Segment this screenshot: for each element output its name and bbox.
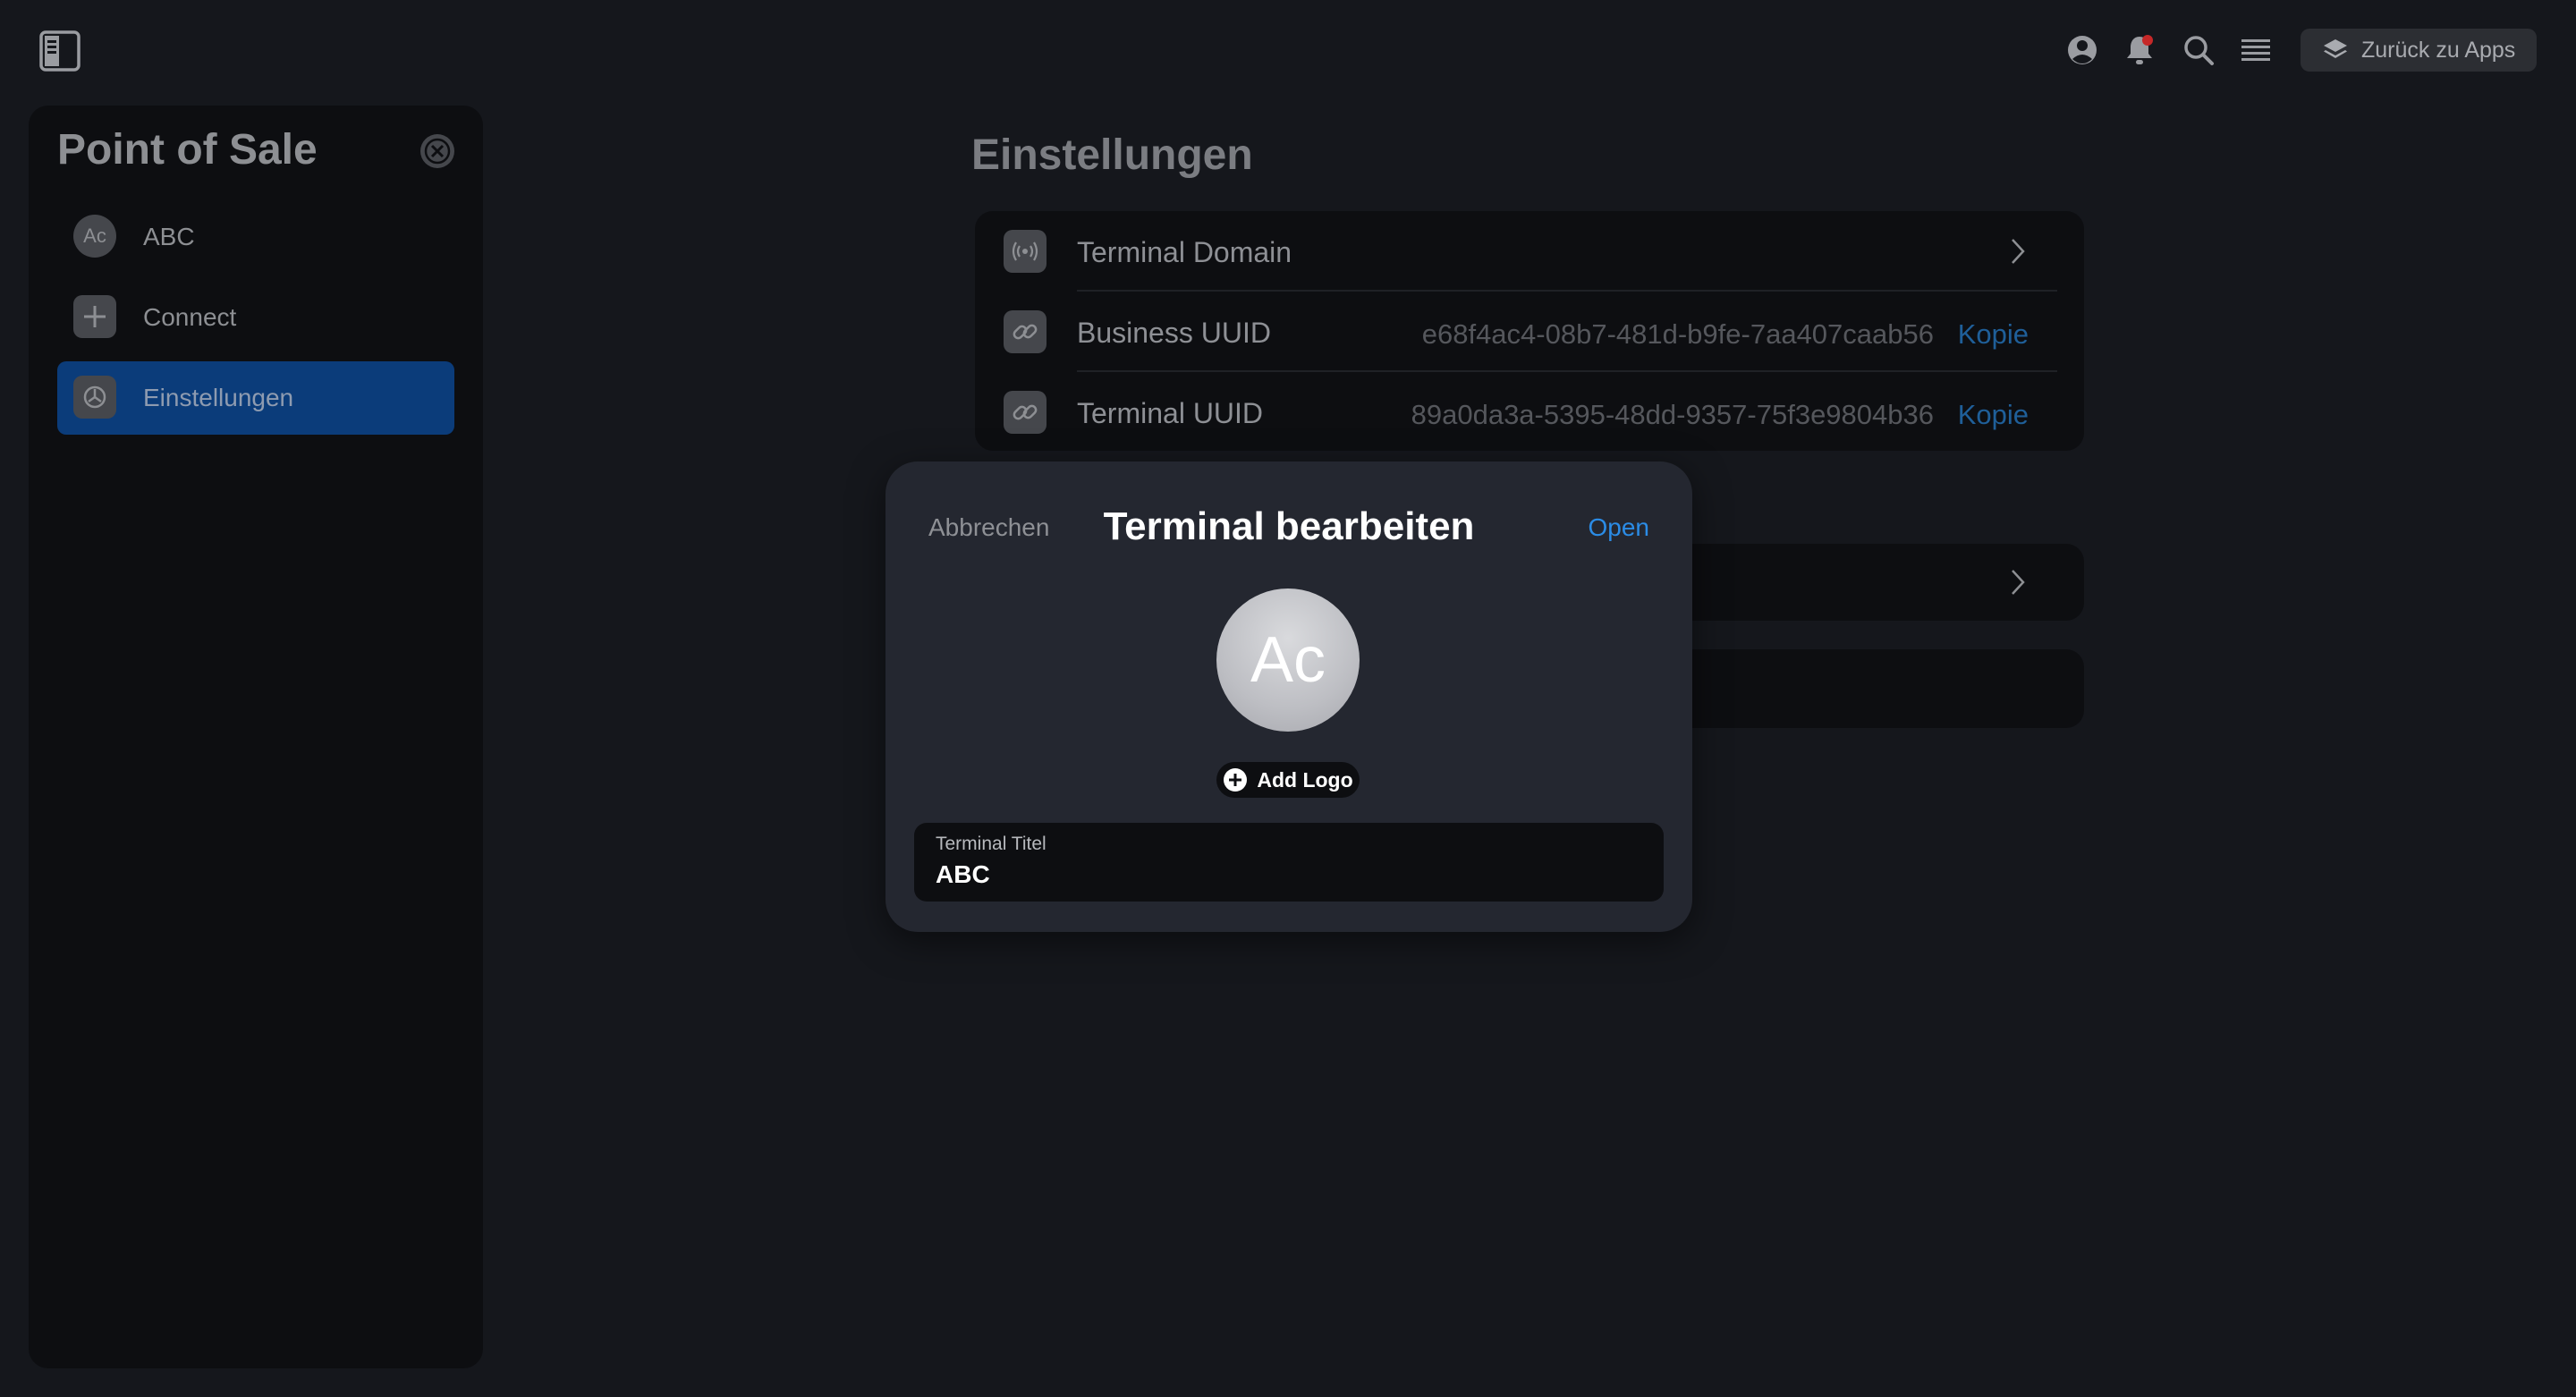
open-button[interactable]: Open bbox=[1589, 513, 1650, 542]
sidebar-item-connect[interactable]: Connect bbox=[57, 281, 454, 354]
modal-title: Terminal bearbeiten bbox=[1103, 504, 1475, 548]
edit-terminal-modal: Abbrechen Terminal bearbeiten Open Ac Ad… bbox=[886, 461, 1692, 932]
row-label: Business UUID bbox=[1077, 317, 1271, 349]
field-label: Terminal Titel bbox=[936, 834, 1046, 854]
sidebar: Point of Sale Ac ABC Connect Einstellung… bbox=[29, 106, 483, 1368]
add-logo-button[interactable]: Add Logo bbox=[1216, 762, 1360, 798]
add-logo-label: Add Logo bbox=[1257, 767, 1353, 792]
sidebar-item-label: ABC bbox=[143, 223, 195, 250]
chevron-right-icon bbox=[2012, 239, 2025, 264]
user-circle-icon[interactable] bbox=[2064, 32, 2100, 68]
plus-icon bbox=[73, 295, 116, 338]
row-label: Terminal UUID bbox=[1077, 397, 1264, 429]
notification-dot bbox=[2142, 35, 2153, 46]
row-label: Terminal Domain bbox=[1077, 236, 1292, 268]
settings-icon bbox=[73, 376, 116, 419]
sidebar-item-abc[interactable]: Ac ABC bbox=[57, 200, 454, 274]
terminal-title-field[interactable]: Terminal Titel ABC bbox=[914, 823, 1664, 902]
sidebar-item-label: Einstellungen bbox=[143, 384, 294, 411]
terminal-uuid-row: Terminal UUID 89a0da3a-5395-48dd-9357-75… bbox=[975, 372, 2084, 453]
layers-icon bbox=[2324, 39, 2347, 58]
terminal-domain-row[interactable]: Terminal Domain bbox=[975, 211, 2084, 292]
close-icon[interactable] bbox=[419, 132, 456, 170]
terminal-uuid-value: 89a0da3a-5395-48dd-9357-75f3e9804b36 bbox=[1411, 399, 1934, 430]
link-icon bbox=[1004, 310, 1046, 353]
chevron-right-icon bbox=[2012, 570, 2025, 595]
back-to-apps-button[interactable]: Zurück zu Apps bbox=[2301, 29, 2537, 72]
sidebar-item-label: Connect bbox=[143, 303, 237, 331]
sidebar-title: Point of Sale bbox=[57, 126, 318, 174]
top-bar: Zurück zu Apps bbox=[0, 0, 2576, 98]
search-icon[interactable] bbox=[2181, 32, 2216, 68]
copy-terminal-uuid-link[interactable]: Kopie bbox=[1958, 399, 2029, 431]
broadcast-icon bbox=[1004, 230, 1046, 273]
terminal-avatar: Ac bbox=[1216, 588, 1360, 732]
settings-card: Terminal Domain Business UUID e68f4ac4-0… bbox=[975, 211, 2084, 451]
copy-business-uuid-link[interactable]: Kopie bbox=[1958, 318, 2029, 351]
menu-icon[interactable] bbox=[2238, 32, 2274, 68]
sidebar-toggle-icon[interactable] bbox=[39, 30, 80, 72]
page-title: Einstellungen bbox=[971, 131, 1253, 179]
terminal-avatar-icon: Ac bbox=[73, 215, 116, 258]
sidebar-item-einstellungen[interactable]: Einstellungen bbox=[57, 361, 454, 435]
plus-circle-icon bbox=[1224, 768, 1248, 792]
terminal-title-input[interactable]: ABC bbox=[936, 860, 990, 889]
bell-icon[interactable] bbox=[2122, 32, 2157, 68]
business-uuid-row: Business UUID e68f4ac4-08b7-481d-b9fe-7a… bbox=[975, 292, 2084, 372]
business-uuid-value: e68f4ac4-08b7-481d-b9fe-7aa407caab56 bbox=[1421, 318, 1934, 350]
link-icon bbox=[1004, 391, 1046, 434]
back-to-apps-label: Zurück zu Apps bbox=[2361, 37, 2516, 63]
